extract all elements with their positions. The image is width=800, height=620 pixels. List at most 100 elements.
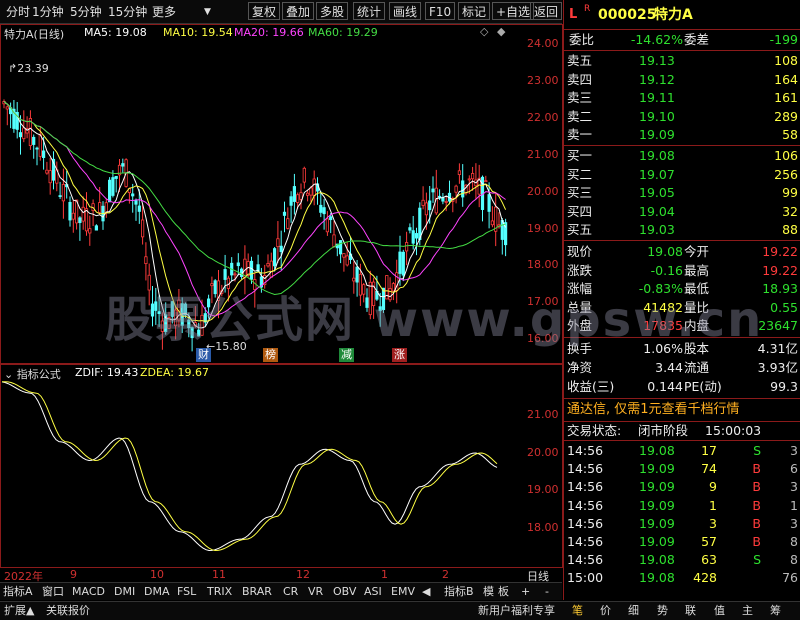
tab-more[interactable]: 更多 [152, 3, 176, 21]
tab-asi[interactable]: ASI [364, 584, 382, 600]
candle-body [404, 242, 409, 252]
bid-volume: 99 [782, 185, 798, 201]
stats-button[interactable]: 统计 [353, 2, 386, 20]
tab-fsl[interactable]: FSL [177, 584, 196, 600]
tick-row[interactable]: 14:56 19.09 74 B 6 [564, 460, 800, 478]
quote-header: L R 000025 特力A [564, 3, 800, 27]
bid-row[interactable]: 买一 19.08 106 [564, 147, 800, 165]
tab-remove[interactable]: - [545, 584, 549, 600]
tab-indicator-a[interactable]: 指标A [3, 584, 33, 600]
period-toolbar: 分时 1分钟 5分钟 15分钟 更多 ▼ 复权 叠加 多股 统计 画线 F10 … [0, 0, 563, 24]
ask-row[interactable]: 卖五 19.13 108 [564, 52, 800, 70]
expand-icon[interactable]: ◆ [497, 25, 505, 38]
mark-button[interactable]: 标记 [458, 2, 491, 20]
tab-price[interactable]: 价 [600, 603, 611, 619]
tick-row[interactable]: 14:56 19.09 1 B 1 [564, 497, 800, 515]
fundamental-row[interactable]: 净资 3.44 流通 3.93亿 [564, 359, 800, 377]
promo-text[interactable]: 通达信, 仅需1元查看千档行情 [567, 401, 740, 419]
tab-chips[interactable]: 筹 [770, 603, 781, 619]
tick-price: 19.09 [639, 479, 675, 495]
tab-trix[interactable]: TRIX [207, 584, 232, 600]
event-tag-board[interactable]: 榜 [263, 348, 278, 362]
tab-template[interactable]: 模 [483, 584, 494, 600]
tab-emv[interactable]: EMV [391, 584, 415, 600]
stat-value: 18.93 [762, 281, 798, 297]
tick-row[interactable]: 14:56 19.09 57 B 8 [564, 533, 800, 551]
tab-15min[interactable]: 15分钟 [108, 3, 147, 21]
tick-row[interactable]: 14:56 19.09 9 B 3 [564, 478, 800, 496]
stat-value: 19.22 [762, 244, 798, 259]
candle-body [266, 263, 270, 267]
add-watchlist-button[interactable]: +自选 [492, 2, 535, 20]
tab-linked[interactable]: 联 [685, 603, 696, 619]
tick-row[interactable]: 14:56 19.09 3 B 3 [564, 515, 800, 533]
bid-row[interactable]: 买三 19.05 99 [564, 184, 800, 202]
tab-detail[interactable]: 细 [628, 603, 639, 619]
candle-body [457, 170, 462, 175]
candle-body [424, 202, 429, 216]
related-quote-button[interactable]: 关联报价 [46, 603, 90, 619]
stats-row[interactable]: 涨跌 -0.16 最高 19.22 [564, 262, 800, 280]
candle-body [84, 208, 89, 232]
chevron-down-icon[interactable]: ▼ [204, 3, 211, 21]
tab-cr[interactable]: CR [283, 584, 298, 600]
ask-row[interactable]: 卖一 19.09 58 [564, 126, 800, 144]
tab-1min[interactable]: 1分钟 [32, 3, 64, 21]
bid-row[interactable]: 买四 19.04 32 [564, 203, 800, 221]
stats-row[interactable]: 现价 19.08 今开 19.22 [564, 243, 800, 261]
indicator-chart[interactable] [0, 378, 514, 566]
tick-volume: 3 [709, 515, 717, 531]
promo-link[interactable]: 新用户福利专享 [478, 603, 555, 619]
fundamental-row[interactable]: 收益(三) 0.144 PE(动) 99.3 [564, 378, 800, 396]
tick-row[interactable]: 14:56 19.08 17 S 3 [564, 442, 800, 460]
bid-label: 买四 [567, 203, 593, 219]
promo-banner[interactable]: 通达信, 仅需1元查看千档行情 [564, 401, 800, 419]
multi-stock-button[interactable]: 多股 [316, 2, 349, 20]
ask-row[interactable]: 卖二 19.10 289 [564, 108, 800, 126]
candle-body [236, 262, 240, 267]
adjust-button[interactable]: 复权 [248, 2, 281, 20]
tab-macd[interactable]: MACD [72, 584, 105, 600]
stat-value: 19.08 [647, 244, 683, 259]
candle-body [461, 180, 465, 198]
ask-row[interactable]: 卖四 19.12 164 [564, 71, 800, 89]
tab-trend[interactable]: 势 [657, 603, 668, 619]
indicator-tick-label: 18.00 [527, 520, 559, 534]
tab-main[interactable]: 主 [742, 603, 753, 619]
tab-obv[interactable]: OBV [333, 584, 356, 600]
ma10-label: MA10: 19.54 [163, 26, 233, 39]
tick-volume: 74 [701, 461, 717, 477]
tick-row[interactable]: 15:00 19.08 428 76 [564, 569, 800, 587]
ask-row[interactable]: 卖三 19.11 161 [564, 89, 800, 107]
tab-indicator-b[interactable]: 指标B [444, 584, 474, 600]
bid-row[interactable]: 买五 19.03 88 [564, 221, 800, 239]
tag-l: L [569, 7, 578, 22]
bid-row[interactable]: 买二 19.07 256 [564, 166, 800, 184]
expand-button[interactable]: 扩展▲ [4, 603, 34, 619]
overlay-button[interactable]: 叠加 [282, 2, 315, 20]
tab-vr[interactable]: VR [308, 584, 323, 600]
indicator-tick-label: 20.00 [527, 445, 559, 459]
tab-brar[interactable]: BRAR [242, 584, 272, 600]
tab-scroll-left[interactable]: ◀ [422, 584, 430, 600]
event-tag-rise[interactable]: 涨 [392, 348, 407, 362]
tick-row[interactable]: 14:56 19.08 63 S 8 [564, 551, 800, 569]
tab-add[interactable]: + [521, 584, 530, 600]
tab-board[interactable]: 板 [498, 584, 509, 600]
tab-5min[interactable]: 5分钟 [70, 3, 102, 21]
event-tag-reduce[interactable]: 减 [339, 348, 354, 362]
candle-body [48, 170, 52, 184]
tab-tick-detail[interactable]: 笔 [572, 603, 583, 619]
draw-line-button[interactable]: 画线 [389, 2, 422, 20]
tab-value[interactable]: 值 [714, 603, 725, 619]
tab-dma[interactable]: DMA [144, 584, 170, 600]
tab-intraday[interactable]: 分时 [6, 3, 30, 21]
back-button[interactable]: 返回 [530, 2, 563, 20]
divider [564, 240, 800, 241]
event-tag-finance[interactable]: 财 [196, 348, 211, 362]
fund-value: 3.44 [655, 360, 683, 375]
tab-window[interactable]: 窗口 [42, 584, 64, 600]
diamond-icon[interactable]: ◇ [480, 25, 488, 38]
tab-dmi[interactable]: DMI [114, 584, 135, 600]
f10-button[interactable]: F10 [425, 2, 456, 20]
